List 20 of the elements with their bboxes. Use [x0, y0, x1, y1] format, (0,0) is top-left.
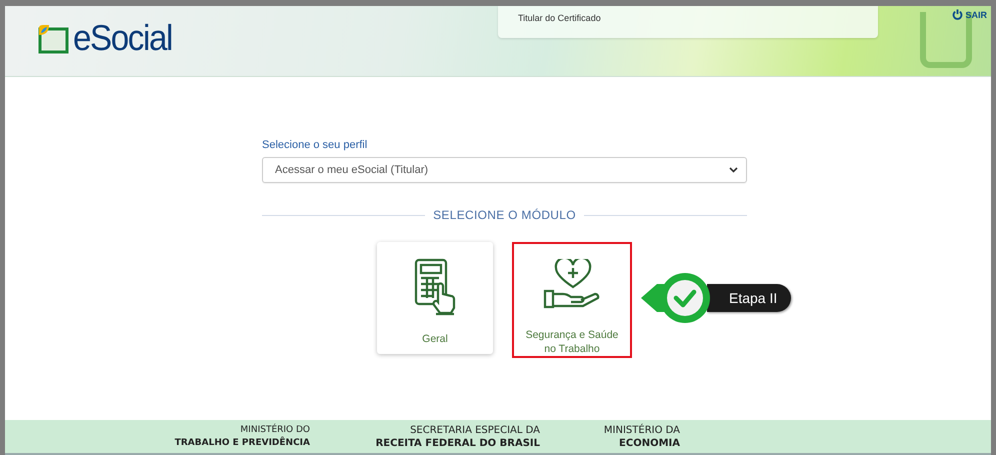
ministry-name: RECEITA FEDERAL DO BRASIL — [376, 436, 540, 450]
chevron-down-icon — [729, 167, 738, 173]
ministry-name: MINISTÉRIO DA — [604, 424, 680, 436]
logo-text: eSocial — [73, 22, 172, 54]
logout-link[interactable]: SAIR — [952, 9, 987, 20]
profile-select[interactable]: Acessar o meu eSocial (Titular) — [262, 157, 747, 183]
section-title: SELECIONE O MÓDULO — [433, 208, 576, 222]
module-label: Segurança e Saúde no Trabalho — [524, 328, 620, 356]
ministry-name: ECONOMIA — [619, 436, 680, 450]
module-label: Geral — [422, 332, 448, 346]
profile-label: Selecione o seu perfil — [262, 139, 368, 151]
ministry-name: MINISTÉRIO DO — [240, 424, 310, 436]
ministry-name: SECRETARIA ESPECIAL DA — [410, 424, 540, 436]
certificate-label: Titular do Certificado — [518, 13, 601, 23]
calculator-hand-icon — [414, 256, 456, 318]
step-callout: Etapa II — [639, 271, 792, 325]
ministry-name: TRABALHO E PREVIDÊNCIA — [174, 436, 310, 450]
power-icon — [952, 9, 964, 20]
module-card[interactable]: Segurança e Saúde no Trabalho — [512, 242, 632, 358]
module-card[interactable]: Geral — [377, 242, 493, 354]
